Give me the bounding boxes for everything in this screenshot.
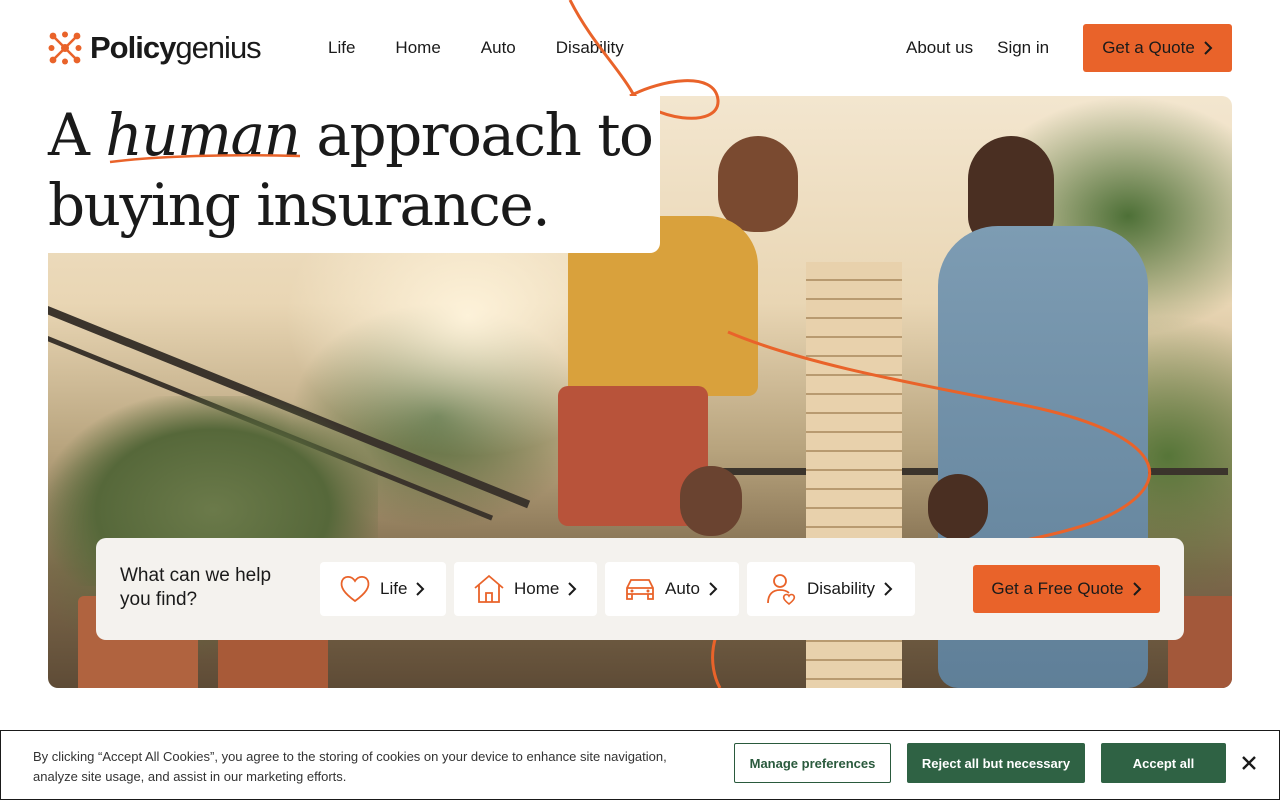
nav-about-us[interactable]: About us [906, 36, 973, 60]
nav-life[interactable]: Life [328, 36, 355, 60]
person-heart-icon [767, 574, 796, 606]
chip-disability-label: Disability [807, 579, 876, 598]
cookie-banner: By clicking “Accept All Cookies”, you ag… [0, 730, 1280, 800]
car-icon [626, 579, 654, 600]
logo[interactable]: Policygenius [48, 28, 262, 68]
reject-all-but-necessary-button[interactable]: Reject all but necessary [907, 743, 1085, 783]
finder-question: What can we help you find? [120, 565, 272, 610]
page-title: A human approach to buying insurance. [48, 101, 654, 239]
chip-auto-label: Auto [665, 579, 700, 598]
close-icon[interactable] [1239, 753, 1259, 773]
get-a-quote-label: Get a Quote [1102, 38, 1195, 57]
nav-sign-in[interactable]: Sign in [997, 36, 1049, 60]
get-free-quote-button[interactable]: Get a Free Quote [973, 565, 1160, 613]
chevron-right-icon [568, 582, 577, 596]
policygenius-logo-icon [48, 31, 82, 65]
chevron-right-icon [416, 582, 425, 596]
cookie-text: By clicking “Accept All Cookies”, you ag… [33, 749, 667, 784]
chip-home[interactable]: Home [454, 562, 597, 616]
nav-home[interactable]: Home [395, 36, 440, 60]
chip-disability[interactable]: Disability [747, 562, 915, 616]
chevron-right-icon [709, 582, 718, 596]
nav-auto[interactable]: Auto [481, 36, 516, 60]
chevron-right-icon [1204, 41, 1213, 55]
chip-life[interactable]: Life [320, 562, 446, 616]
chevron-right-icon [884, 582, 893, 596]
house-icon [474, 574, 504, 603]
logo-wordmark: Policygenius [90, 30, 262, 65]
secondary-nav: About us Sign in [906, 36, 1073, 60]
accept-all-button[interactable]: Accept all [1101, 743, 1226, 783]
manage-preferences-button[interactable]: Manage preferences [734, 743, 891, 783]
get-a-quote-button[interactable]: Get a Quote [1083, 24, 1232, 72]
hero-title-card: A human approach to buying insurance. [48, 96, 660, 253]
underline-doodle [109, 154, 301, 164]
chevron-right-icon [1132, 582, 1142, 596]
get-free-quote-label: Get a Free Quote [991, 579, 1124, 598]
chip-auto[interactable]: Auto [605, 562, 739, 616]
chip-life-label: Life [380, 579, 408, 598]
chip-home-label: Home [514, 579, 560, 598]
heart-icon [340, 575, 370, 603]
product-finder: What can we help you find? Life Home Aut… [96, 538, 1184, 640]
